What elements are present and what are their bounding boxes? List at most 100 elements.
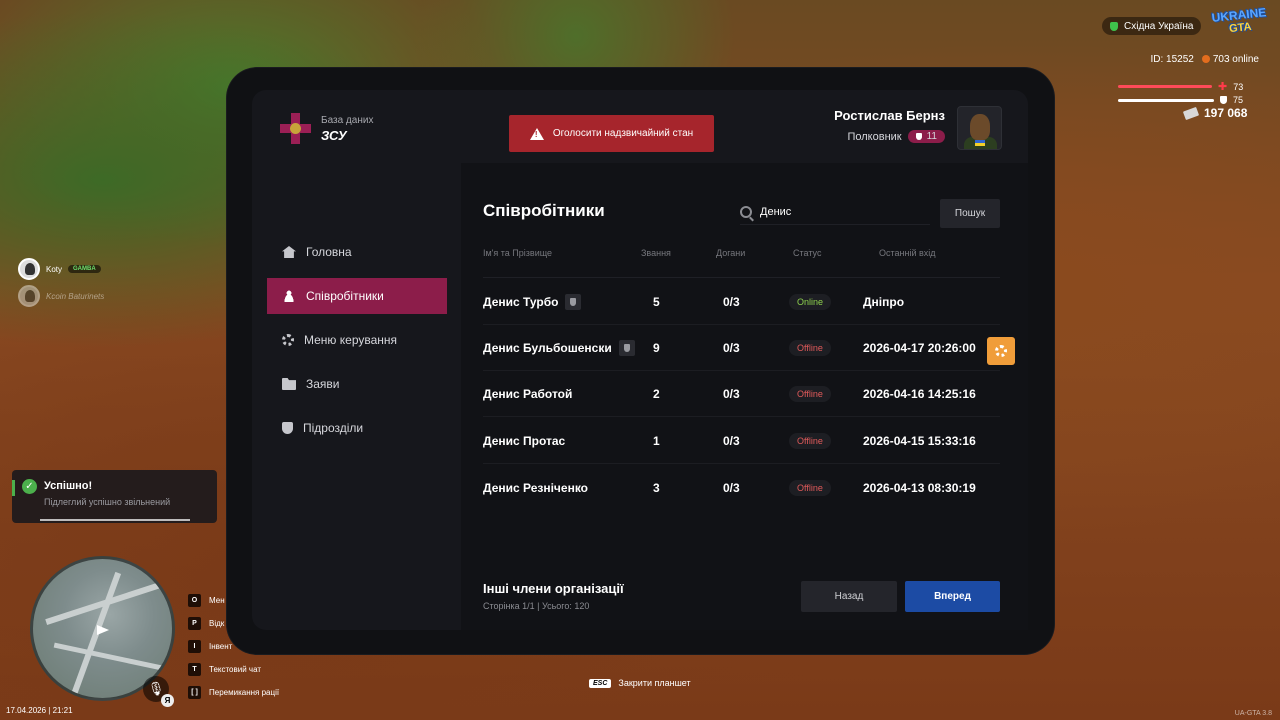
search-icon	[740, 205, 752, 218]
column-header: Догани	[716, 248, 746, 258]
employee-reprimands: 0/3	[723, 294, 740, 309]
health-value: 73	[1233, 81, 1244, 92]
region-shield-icon	[1110, 21, 1118, 31]
people-icon	[282, 290, 296, 302]
language-indicator: Я	[161, 694, 174, 707]
table-row[interactable]: Денис Турбо 5 0/3 Online Дніпро	[483, 279, 1000, 325]
emergency-button-label: Оголосити надзвичайний стан	[552, 128, 694, 139]
employee-rank: 9	[653, 340, 660, 355]
sidebar-item-label: Головна	[306, 245, 352, 259]
employee-settings-button[interactable]	[987, 337, 1015, 365]
employee-rank: 3	[653, 481, 660, 495]
warning-icon	[529, 127, 544, 140]
friend-item[interactable]: Koty GAMBA	[18, 258, 101, 280]
employee-name: Денис Работой	[483, 386, 573, 401]
armor-value: 75	[1233, 95, 1244, 105]
rank-shield-icon	[915, 133, 922, 140]
check-icon: ✓	[22, 479, 37, 494]
cash-icon	[1182, 106, 1200, 120]
employee-name: Денис Бульбошенски	[483, 340, 612, 355]
datetime: 17.04.2026 | 21:21	[6, 706, 73, 715]
pagination-info: Сторінка 1/1 | Усього: 120	[483, 601, 590, 611]
rank-level: 11	[926, 131, 937, 142]
search-box[interactable]	[740, 199, 930, 225]
friend-tag: GAMBA	[68, 265, 101, 273]
status-badge: Online	[789, 293, 832, 310]
friend-item[interactable]: Kcoin Baturinets	[18, 285, 104, 307]
employee-rank: 5	[653, 294, 660, 309]
employee-name: Денис Протас	[483, 433, 566, 448]
sidebar-item-home[interactable]: Головна	[267, 234, 447, 270]
status-badge: Offline	[789, 385, 831, 402]
employee-reprimands: 0/3	[723, 340, 740, 355]
game-logo: UKRAINE GTA	[1211, 5, 1267, 36]
others-title: Інші члени організації	[483, 581, 624, 596]
avatar	[18, 258, 40, 280]
online-count: 703 online	[1201, 54, 1259, 65]
esc-key: ESC	[589, 678, 612, 688]
folder-icon	[282, 378, 296, 390]
armor-bar: 75	[1118, 95, 1243, 105]
employee-reprimands: 0/3	[723, 433, 740, 448]
emergency-button[interactable]: Оголосити надзвичайний стан	[509, 115, 714, 152]
player-arrow-icon	[97, 625, 109, 635]
sidebar-item-divisions[interactable]: Підрозділи	[267, 410, 447, 446]
gear-icon	[282, 334, 294, 346]
brand-name: ЗСУ	[321, 127, 347, 143]
shield-badge-icon	[618, 339, 635, 356]
shield-icon	[282, 422, 293, 434]
status-badge: Offline	[789, 432, 831, 449]
home-icon	[282, 246, 296, 258]
health-fill	[1118, 85, 1212, 88]
table-row[interactable]: Денис Бульбошенски 9 0/3 Offline 2026-04…	[483, 325, 1000, 371]
column-header: Звання	[641, 248, 671, 258]
sidebar-item-label: Підрозділи	[303, 421, 364, 435]
last-login: 2026-04-17 20:26:00	[863, 340, 976, 355]
notification-title: Успішно!	[44, 480, 93, 492]
employee-name: Денис Турбо	[483, 294, 559, 309]
column-header: Статус	[793, 248, 822, 258]
brand: База даних ЗСУ	[280, 113, 373, 144]
column-header: Ім'я та Прізвище	[483, 248, 553, 258]
table-row[interactable]: Денис Протас 1 0/3 Offline 2026-04-15 15…	[483, 418, 1000, 464]
player-info: ID: 15252 703 online	[1150, 54, 1259, 65]
version-label: UA-GTA 3.8	[1234, 710, 1272, 717]
search-input[interactable]	[760, 205, 920, 218]
last-login: Дніпро	[863, 294, 905, 309]
notification-text: Підлеглий успішно звільнений	[44, 497, 171, 507]
shield-badge-icon	[565, 293, 582, 310]
employee-reprimands: 0/3	[723, 386, 740, 401]
sidebar-item-label: Заяви	[306, 377, 340, 391]
status-badge: Offline	[789, 339, 831, 356]
employee-reprimands: 0/3	[723, 481, 740, 495]
employee-rank: 1	[653, 433, 660, 448]
sidebar-item-control-menu[interactable]: Меню керування	[267, 322, 447, 358]
success-notification: ✓ Успішно! Підлеглий успішно звільнений	[12, 470, 217, 523]
close-tablet-hint: ESC Закрити планшет	[589, 678, 691, 688]
employee-name: Денис Резніченко	[483, 481, 588, 495]
sidebar-item-label: Співробітники	[306, 289, 384, 303]
employee-rank: 2	[653, 386, 660, 401]
user-name: Ростислав Бернз	[834, 108, 945, 123]
next-button[interactable]: Вперед	[905, 581, 1000, 612]
region-label: Східна Україна	[1124, 20, 1194, 32]
rank-badge: 11	[907, 130, 945, 143]
armor-icon	[1220, 96, 1227, 104]
player-id: ID: 15252	[1150, 54, 1194, 65]
sidebar-item-label: Меню керування	[304, 333, 398, 347]
sidebar-item-employees[interactable]: Співробітники	[267, 278, 447, 314]
user-rank: Полковник	[847, 130, 902, 143]
key-hint: [ ] Перемикання рації	[188, 681, 279, 704]
key-hint: T Текстовий чат	[188, 658, 279, 681]
sidebar-item-applications[interactable]: Заяви	[267, 366, 447, 402]
friend-name: Kcoin Baturinets	[46, 291, 105, 301]
avatar	[18, 285, 40, 307]
zsu-emblem-icon	[280, 113, 311, 144]
search-button[interactable]: Пошук	[940, 199, 1000, 228]
last-login: 2026-04-16 14:25:16	[863, 386, 976, 401]
avatar	[957, 106, 1002, 150]
table-row[interactable]: Денис Работой 2 0/3 Offline 2026-04-16 1…	[483, 371, 1000, 417]
money-value: 197 068	[1204, 106, 1248, 120]
back-button[interactable]: Назад	[801, 581, 897, 612]
table-row[interactable]: Денис Резніченко 3 0/3 Offline 2026-04-1…	[483, 465, 1000, 511]
